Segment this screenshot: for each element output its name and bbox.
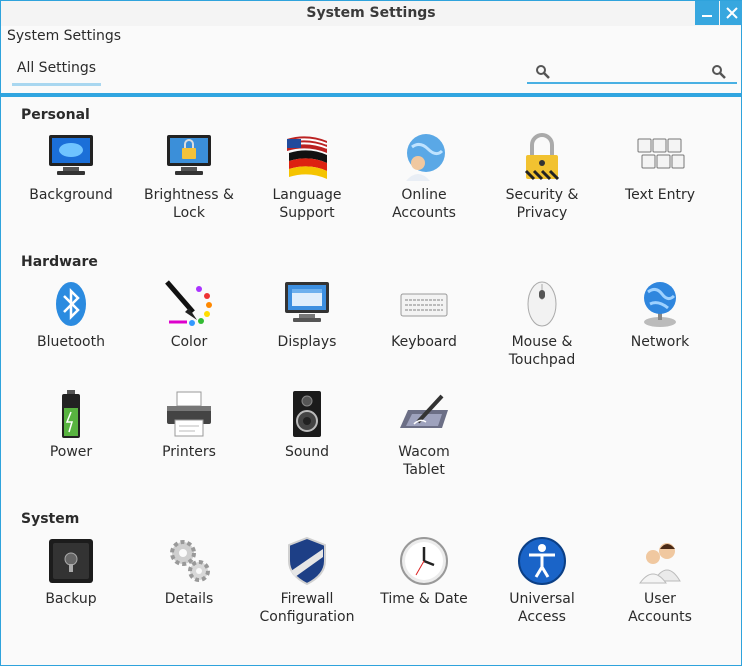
setting-label: Wacom Tablet [398, 444, 450, 478]
setting-security-privacy[interactable]: Security & Privacy [483, 131, 601, 222]
tab-all-settings[interactable]: All Settings [12, 60, 101, 86]
monitor-wallpaper-icon [49, 135, 93, 175]
tab-label: All Settings [16, 60, 97, 76]
printer-icon [167, 391, 211, 437]
speaker-icon [293, 391, 321, 437]
setting-label: Details [164, 591, 214, 607]
setting-label: Security & Privacy [505, 187, 579, 221]
keys-icon [637, 138, 685, 169]
section-title-hardware: Hardware [21, 254, 98, 270]
network-globe-icon [644, 282, 676, 327]
tab-active-indicator [12, 83, 101, 86]
setting-label: Keyboard [391, 334, 457, 350]
setting-printers[interactable]: Printers [130, 388, 248, 461]
search-input[interactable] [555, 61, 705, 81]
setting-text-entry[interactable]: Text Entry [601, 131, 719, 204]
setting-background[interactable]: Background [12, 131, 130, 204]
minimize-icon [702, 15, 712, 17]
accessibility-icon [518, 537, 566, 585]
setting-sound[interactable]: Sound [248, 388, 366, 461]
monitor-lock-icon [167, 135, 211, 175]
setting-universal-access[interactable]: Universal Access [483, 535, 601, 626]
brush-palette-icon [165, 280, 212, 326]
keyboard-icon [400, 293, 448, 317]
search-field[interactable] [527, 59, 737, 84]
clock-icon [400, 537, 448, 585]
display-icon [285, 282, 329, 322]
setting-network[interactable]: Network [601, 278, 719, 351]
setting-displays[interactable]: Displays [248, 278, 366, 351]
users-icon [639, 543, 681, 584]
tablet-pen-icon [400, 394, 448, 428]
setting-time-date[interactable]: Time & Date [365, 535, 483, 608]
setting-label: Background [29, 187, 113, 203]
setting-label: Brightness & Lock [144, 187, 234, 221]
search-icon [536, 65, 550, 79]
setting-label: Time & Date [380, 591, 468, 607]
gears-icon [170, 540, 210, 582]
settings-window: System Settings System Settings All Sett… [0, 0, 742, 666]
setting-backup[interactable]: Backup [12, 535, 130, 608]
close-button[interactable] [720, 1, 742, 25]
setting-language-support[interactable]: Language Support [248, 131, 366, 222]
setting-label: Language Support [272, 187, 342, 221]
setting-firewall-configuration[interactable]: Firewall Configuration [248, 535, 366, 626]
shield-icon [288, 536, 326, 586]
setting-label: Displays [277, 334, 337, 350]
setting-label: Backup [45, 591, 97, 607]
setting-mouse-touchpad[interactable]: Mouse & Touchpad [483, 278, 601, 369]
safe-icon [49, 539, 93, 583]
globe-user-icon [406, 134, 445, 181]
window-title: System Settings [306, 5, 436, 21]
setting-power[interactable]: Power [12, 388, 130, 461]
setting-details[interactable]: Details [130, 535, 248, 608]
setting-label: Sound [284, 444, 330, 460]
setting-keyboard[interactable]: Keyboard [365, 278, 483, 351]
setting-label: Text Entry [624, 187, 695, 203]
header-divider [1, 93, 741, 97]
battery-icon [62, 390, 80, 438]
setting-label: User Accounts [628, 591, 692, 625]
setting-user-accounts[interactable]: User Accounts [601, 535, 719, 626]
title-bar[interactable]: System Settings [1, 1, 742, 26]
setting-label: Mouse & Touchpad [508, 334, 576, 368]
mouse-icon [527, 281, 557, 327]
app-menu-label[interactable]: System Settings [7, 28, 121, 44]
close-icon [726, 7, 738, 19]
setting-label: Printers [162, 444, 216, 460]
setting-label: Power [49, 444, 93, 460]
setting-wacom-tablet[interactable]: Wacom Tablet [365, 388, 483, 479]
bluetooth-icon [56, 282, 86, 326]
setting-label: Online Accounts [392, 187, 456, 221]
setting-label: Universal Access [509, 591, 575, 625]
setting-label: Firewall Configuration [259, 591, 355, 625]
setting-online-accounts[interactable]: Online Accounts [365, 131, 483, 222]
setting-label: Color [170, 334, 208, 350]
setting-label: Network [630, 334, 690, 350]
padlock-icon [524, 133, 560, 181]
flags-icon [286, 136, 328, 179]
minimize-button[interactable] [695, 1, 719, 25]
section-title-personal: Personal [21, 107, 90, 123]
setting-color[interactable]: Color [130, 278, 248, 351]
setting-label: Bluetooth [37, 334, 105, 350]
setting-brightness-lock[interactable]: Brightness & Lock [130, 131, 248, 222]
setting-bluetooth[interactable]: Bluetooth [12, 278, 130, 351]
search-submit-icon[interactable] [711, 64, 727, 80]
section-title-system: System [21, 511, 80, 527]
